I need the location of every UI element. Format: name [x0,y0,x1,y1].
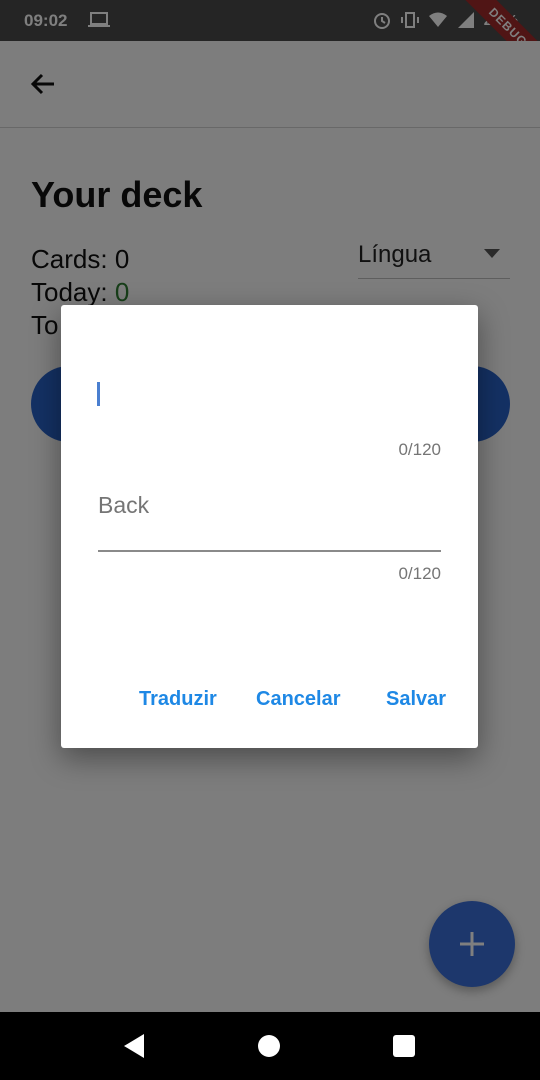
back-field-label[interactable]: Back [98,492,149,519]
translate-button[interactable]: Traduzir [139,688,217,711]
nav-back-icon[interactable] [122,1033,146,1059]
nav-home-icon[interactable] [258,1035,280,1057]
nav-recents-icon[interactable] [393,1035,415,1057]
back-char-counter: 0/120 [398,564,441,583]
back-field-underline [98,550,441,552]
system-nav-bar [0,1012,540,1080]
save-button[interactable]: Salvar [386,688,446,711]
front-char-counter: 0/120 [398,440,441,459]
add-card-dialog: 0/120 Back 0/120 Traduzir Cancelar Salva… [61,305,478,748]
front-text-input-cursor[interactable] [97,382,100,406]
cancel-button[interactable]: Cancelar [256,688,341,711]
